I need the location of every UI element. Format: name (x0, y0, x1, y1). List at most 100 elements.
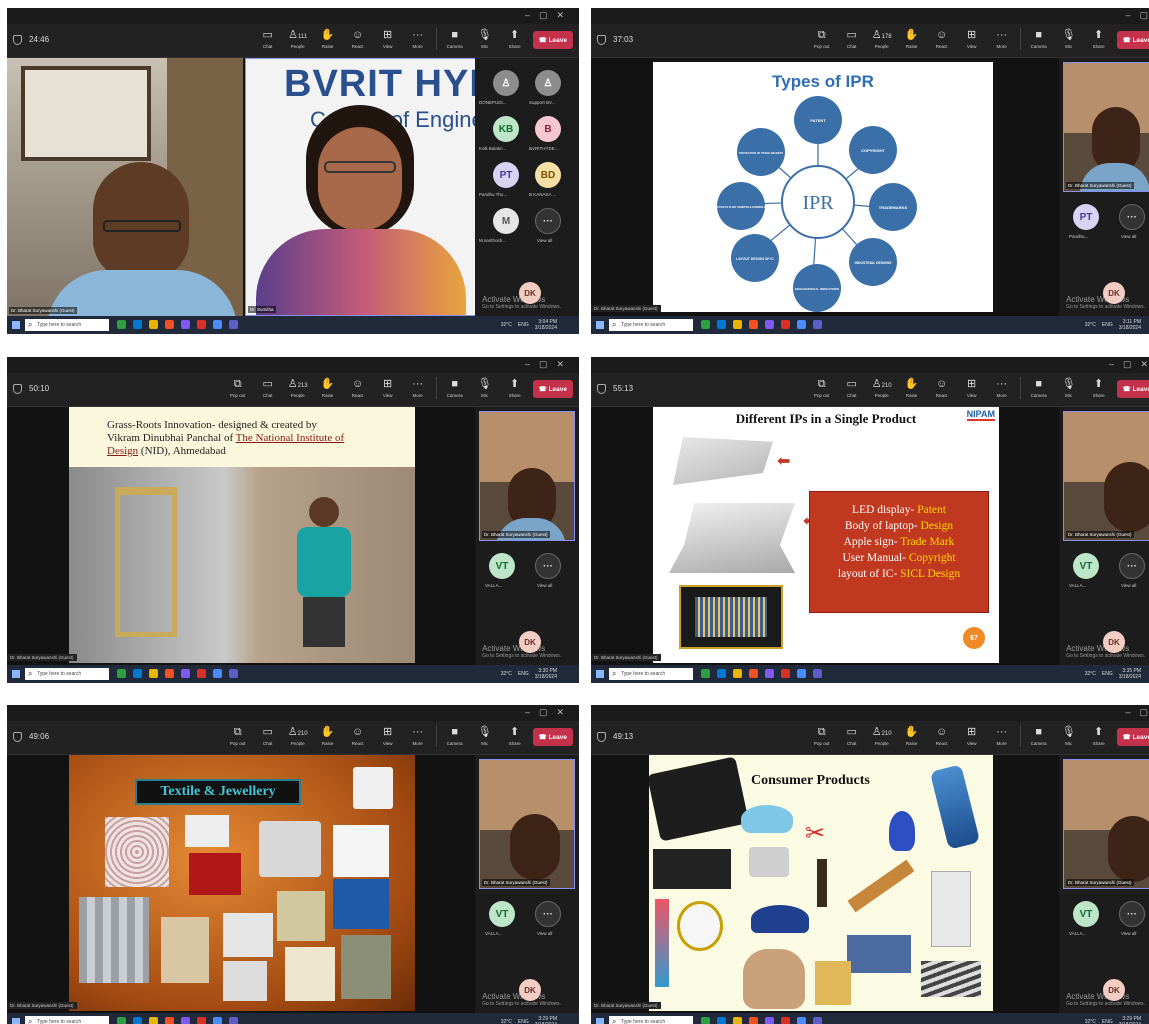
self-avatar[interactable]: DK (519, 282, 541, 304)
more-button[interactable]: ··· More (990, 28, 1014, 49)
avatar[interactable]: ♙ (535, 70, 561, 96)
camera-button[interactable]: ■ Camera (1027, 725, 1051, 746)
teams-icon[interactable] (229, 320, 238, 329)
share-button[interactable]: ⬆ Share (503, 28, 527, 49)
teams-icon[interactable] (229, 669, 238, 678)
teams-icon[interactable] (813, 1017, 822, 1024)
app-icon[interactable] (197, 1017, 206, 1024)
leave-button[interactable]: ☎ Leave (1116, 380, 1149, 398)
folder-icon[interactable] (733, 669, 742, 678)
view-all-button[interactable]: ··· (1119, 901, 1145, 927)
app-icon[interactable] (749, 1017, 758, 1024)
view-button[interactable]: ⊞ View (376, 28, 400, 49)
view-button[interactable]: ⊞ View (376, 725, 400, 746)
app-icon[interactable] (765, 669, 774, 678)
app-icon[interactable] (749, 320, 758, 329)
app-icon[interactable] (781, 320, 790, 329)
window-controls[interactable]: –▢✕ (525, 10, 573, 21)
app-icon[interactable] (181, 669, 190, 678)
app-icon[interactable] (133, 1017, 142, 1024)
view-all-button[interactable]: ··· (535, 901, 561, 927)
chat-button[interactable]: ▭ Chat (256, 725, 280, 746)
app-icon[interactable] (197, 669, 206, 678)
react-button[interactable]: ☺ React (930, 725, 954, 746)
avatar[interactable]: VT (489, 553, 515, 579)
self-avatar[interactable]: DK (1103, 979, 1125, 1001)
window-controls[interactable]: –▢ (1125, 10, 1149, 21)
teams-icon[interactable] (813, 320, 822, 329)
more-button[interactable]: ··· More (406, 725, 430, 746)
window-controls[interactable]: –▢✕ (1109, 359, 1149, 370)
app-icon[interactable] (749, 669, 758, 678)
share-button[interactable]: ⬆ Share (503, 725, 527, 746)
mic-button[interactable]: 🎙 Mic (1057, 377, 1081, 398)
camera-button[interactable]: ■ Camera (443, 28, 467, 49)
app-icon[interactable] (781, 1017, 790, 1024)
app-icon[interactable] (701, 320, 710, 329)
people-button[interactable]: ♙178 People (870, 28, 894, 49)
chrome-icon[interactable] (797, 320, 806, 329)
chat-button[interactable]: ▭ Chat (840, 28, 864, 49)
share-button[interactable]: ⬆ Share (1087, 725, 1111, 746)
react-button[interactable]: ☺ React (346, 377, 370, 398)
app-icon[interactable] (717, 320, 726, 329)
popout-button[interactable]: ⧉ Pop out (226, 725, 250, 746)
leave-button[interactable]: ☎ Leave (532, 31, 573, 49)
app-icon[interactable] (701, 1017, 710, 1024)
self-avatar[interactable]: DK (1103, 631, 1125, 653)
raise-button[interactable]: ✋ Raise (900, 377, 924, 398)
window-controls[interactable]: –▢✕ (525, 707, 573, 718)
popout-button[interactable]: ⧉ Pop out (810, 28, 834, 49)
avatar[interactable]: VT (1073, 901, 1099, 927)
camera-button[interactable]: ■ Camera (443, 725, 467, 746)
avatar[interactable]: PT (1073, 204, 1099, 230)
app-icon[interactable] (181, 320, 190, 329)
app-icon[interactable] (133, 320, 142, 329)
self-avatar[interactable]: DK (519, 631, 541, 653)
people-button[interactable]: ♙213 People (286, 377, 310, 398)
avatar[interactable]: BD (535, 162, 561, 188)
taskbar-search[interactable]: Type here to search (609, 1016, 693, 1024)
avatar[interactable]: VT (489, 901, 515, 927)
chrome-icon[interactable] (797, 669, 806, 678)
app-icon[interactable] (133, 669, 142, 678)
react-button[interactable]: ☺ React (930, 377, 954, 398)
raise-button[interactable]: ✋ Raise (900, 725, 924, 746)
app-icon[interactable] (165, 669, 174, 678)
view-all-button[interactable]: ··· (535, 208, 561, 234)
taskbar-search[interactable]: Type here to search (609, 319, 693, 331)
popout-button[interactable]: ⧉ Pop out (226, 377, 250, 398)
avatar[interactable]: VT (1073, 553, 1099, 579)
app-icon[interactable] (117, 320, 126, 329)
chat-button[interactable]: ▭ Chat (256, 28, 280, 49)
view-button[interactable]: ⊞ View (960, 28, 984, 49)
folder-icon[interactable] (733, 1017, 742, 1024)
more-button[interactable]: ··· More (406, 28, 430, 49)
avatar[interactable]: PT (493, 162, 519, 188)
app-icon[interactable] (765, 320, 774, 329)
chrome-icon[interactable] (213, 669, 222, 678)
people-button[interactable]: ♙210 People (870, 725, 894, 746)
folder-icon[interactable] (149, 669, 158, 678)
mic-button[interactable]: 🎙 Mic (1057, 725, 1081, 746)
view-button[interactable]: ⊞ View (960, 725, 984, 746)
raise-button[interactable]: ✋ Raise (316, 377, 340, 398)
windows-start-icon[interactable] (12, 670, 20, 678)
windows-start-icon[interactable] (12, 321, 20, 329)
raise-button[interactable]: ✋ Raise (900, 28, 924, 49)
chat-button[interactable]: ▭ Chat (256, 377, 280, 398)
windows-start-icon[interactable] (596, 1018, 604, 1024)
windows-start-icon[interactable] (596, 321, 604, 329)
avatar[interactable]: B (535, 116, 561, 142)
view-all-button[interactable]: ··· (535, 553, 561, 579)
taskbar-search[interactable]: Type here to search (25, 668, 109, 680)
leave-button[interactable]: ☎ Leave (532, 380, 573, 398)
leave-button[interactable]: ☎ Leave (1116, 728, 1149, 746)
people-button[interactable]: ♙210 People (286, 725, 310, 746)
camera-button[interactable]: ■ Camera (443, 377, 467, 398)
self-avatar[interactable]: DK (1103, 282, 1125, 304)
chrome-icon[interactable] (213, 1017, 222, 1024)
app-icon[interactable] (765, 1017, 774, 1024)
camera-button[interactable]: ■ Camera (1027, 28, 1051, 49)
windows-start-icon[interactable] (596, 670, 604, 678)
